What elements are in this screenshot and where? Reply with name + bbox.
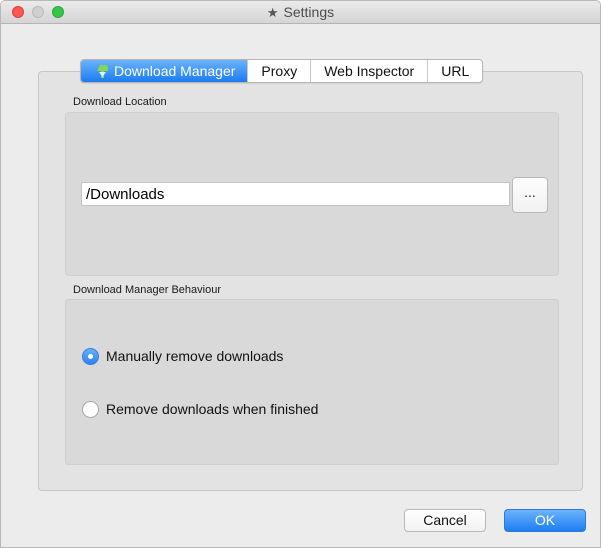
download-path-input[interactable] <box>81 182 510 206</box>
tab-proxy[interactable]: Proxy <box>247 60 310 82</box>
tab-web-inspector[interactable]: Web Inspector <box>310 60 427 82</box>
download-manager-icon <box>97 65 108 78</box>
title-bar[interactable]: ★ Settings <box>1 1 600 24</box>
star-icon: ★ <box>266 5 279 20</box>
tab-bar: Download Manager Proxy Web Inspector URL <box>80 59 484 83</box>
manually-remove-radio[interactable] <box>82 347 99 365</box>
ok-button[interactable]: OK <box>504 509 586 532</box>
settings-window: ★ Settings Download Manager Proxy Web Ins… <box>0 0 601 548</box>
remove-when-finished-label: Remove downloads when finished <box>106 401 319 417</box>
manually-remove-option[interactable]: Manually remove downloads <box>82 346 283 366</box>
tab-url-label: URL <box>441 63 470 79</box>
remove-when-finished-radio[interactable] <box>82 400 99 418</box>
browse-button[interactable]: ... <box>512 177 548 213</box>
tab-url[interactable]: URL <box>427 60 482 82</box>
tab-web-inspector-label: Web Inspector <box>324 63 415 79</box>
behaviour-group <box>65 299 559 465</box>
tab-download-manager-label: Download Manager <box>114 63 236 79</box>
window-title-text: Settings <box>283 4 335 20</box>
tab-proxy-label: Proxy <box>261 63 298 79</box>
behaviour-label: Download Manager Behaviour <box>73 284 221 296</box>
tab-download-manager[interactable]: Download Manager <box>81 60 248 82</box>
cancel-button[interactable]: Cancel <box>404 509 486 532</box>
manually-remove-label: Manually remove downloads <box>106 348 284 364</box>
window-title: ★ Settings <box>1 4 600 21</box>
download-location-label: Download Location <box>73 96 167 108</box>
remove-when-finished-option[interactable]: Remove downloads when finished <box>82 399 318 419</box>
